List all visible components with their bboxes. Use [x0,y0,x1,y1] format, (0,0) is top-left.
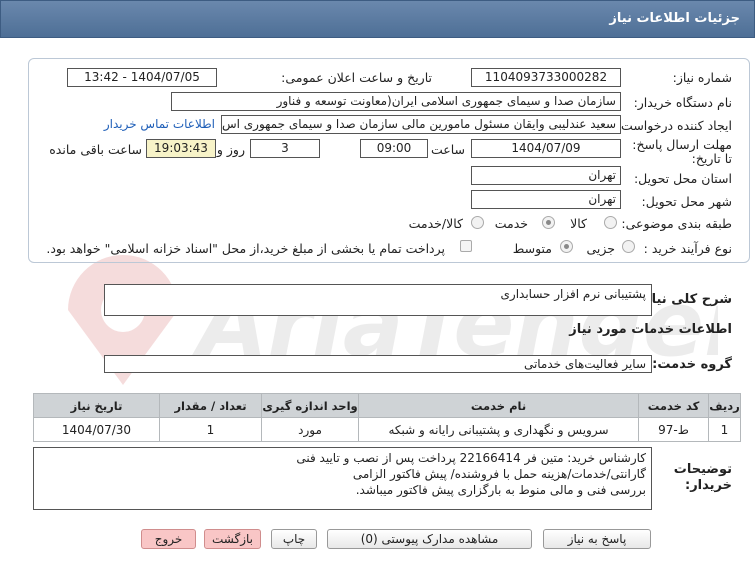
buyer-label: نام دستگاه خریدار: [633,95,732,110]
notes-line: کارشناس خرید: متین فر 22166414 پرداخت پس… [296,451,646,465]
page-title: جزئیات اطلاعات نیاز [609,11,740,26]
category-radio-goods-service[interactable] [471,216,484,229]
services-section-title: اطلاعات خدمات مورد نیاز [569,322,732,337]
page-header: جزئیات اطلاعات نیاز [0,0,755,38]
category-label: طبقه بندی موضوعی: [621,216,732,231]
announce-label: تاریخ و ساعت اعلان عمومی: [281,70,432,85]
days-remaining-field: 3 [250,139,320,158]
buyer-contact-link[interactable]: اطلاعات تماس خریدار [104,117,215,131]
deadline-time-field: 09:00 [360,139,428,158]
remaining-time-field: 19:03:43 [146,139,216,158]
process-radio-medium[interactable] [560,240,573,253]
treasury-payment-checkbox[interactable] [460,240,472,252]
buyer-field: سازمان صدا و سیمای جمهوری اسلامی ایران(م… [171,92,621,111]
cell-row-index: 1 [708,417,741,442]
cell-quantity: 1 [159,417,262,442]
need-summary-box: پشتیبانی نرم افزار حسابداری [104,284,652,316]
remaining-time-label: ساعت باقی مانده [49,142,142,157]
announce-datetime-field: 1404/07/05 - 13:42 [67,68,217,87]
category-radio-service[interactable] [542,216,555,229]
services-table: ردیف کد خدمت نام خدمت واحد اندازه گیری ت… [33,393,741,442]
province-label: استان محل تحویل: [633,171,732,186]
process-option-minor: جزیی [586,241,615,256]
cell-service-name: سرویس و نگهداری و پشتیبانی رایانه و شبکه [358,417,639,442]
reply-button[interactable]: پاسخ به نیاز [543,529,651,549]
column-header: واحد اندازه گیری [261,393,359,418]
exit-button[interactable]: خروج [141,529,196,549]
process-label: نوع فرآیند خرید : [643,241,732,256]
column-header: نام خدمت [358,393,639,418]
treasury-payment-note: پرداخت تمام یا بخشی از مبلغ خرید،از محل … [46,241,445,256]
category-radio-goods[interactable] [604,216,617,229]
days-label: روز و [216,142,245,157]
column-header: تعداد / مقدار [159,393,262,418]
cell-service-code: ط-97 [638,417,709,442]
column-header: ردیف [708,393,741,418]
category-option-service: خدمت [494,216,528,231]
back-button[interactable]: بازگشت [204,529,261,549]
deadline-date-field: 1404/07/09 [471,139,621,158]
services-table-header: ردیف کد خدمت نام خدمت واحد اندازه گیری ت… [33,393,741,418]
buyer-notes-label: توضیحات خریدار: [673,462,732,493]
need-number-label: شماره نیاز: [672,70,732,85]
buyer-notes-box: کارشناس خرید: متین فر 22166414 پرداخت پس… [33,447,652,510]
need-summary-label: شرح کلی نیاز: [638,292,732,307]
creator-field: سعید عندلیبی وایقان مسئول مامورین مالی س… [221,115,621,134]
process-radio-minor[interactable] [622,240,635,253]
province-field: تهران [471,166,621,185]
service-group-label: گروه خدمت: [652,357,732,372]
creator-label: ایجاد کننده درخواست: [616,118,732,133]
view-attachments-button[interactable]: مشاهده مدارک پیوستی (0) [327,529,532,549]
column-header: تاریخ نیاز [33,393,160,418]
need-number-field: 1104093733000282 [471,68,621,87]
notes-line: بررسی فنی و مالی منوط به بارگزاری پیش فا… [355,483,646,497]
notes-line: گارانتی/خدمات/هزینه حمل با فروشنده/ پیش … [352,467,646,481]
deadline-label: مهلت ارسال پاسخ: تا تاریخ: [632,137,732,166]
process-option-medium: متوسط [512,241,552,256]
service-group-field: سایر فعالیت‌های خدماتی [104,355,652,373]
column-header: کد خدمت [638,393,709,418]
cell-need-date: 1404/07/30 [33,417,160,442]
deadline-time-label: ساعت [430,142,465,157]
cell-unit: مورد [261,417,359,442]
city-label: شهر محل تحویل: [641,194,732,209]
print-button[interactable]: چاپ [271,529,317,549]
table-row: 1 ط-97 سرویس و نگهداری و پشتیبانی رایانه… [33,417,741,442]
category-option-goods: کالا [570,216,587,231]
category-option-goods-service: کالا/خدمت [408,216,463,231]
city-field: تهران [471,190,621,209]
